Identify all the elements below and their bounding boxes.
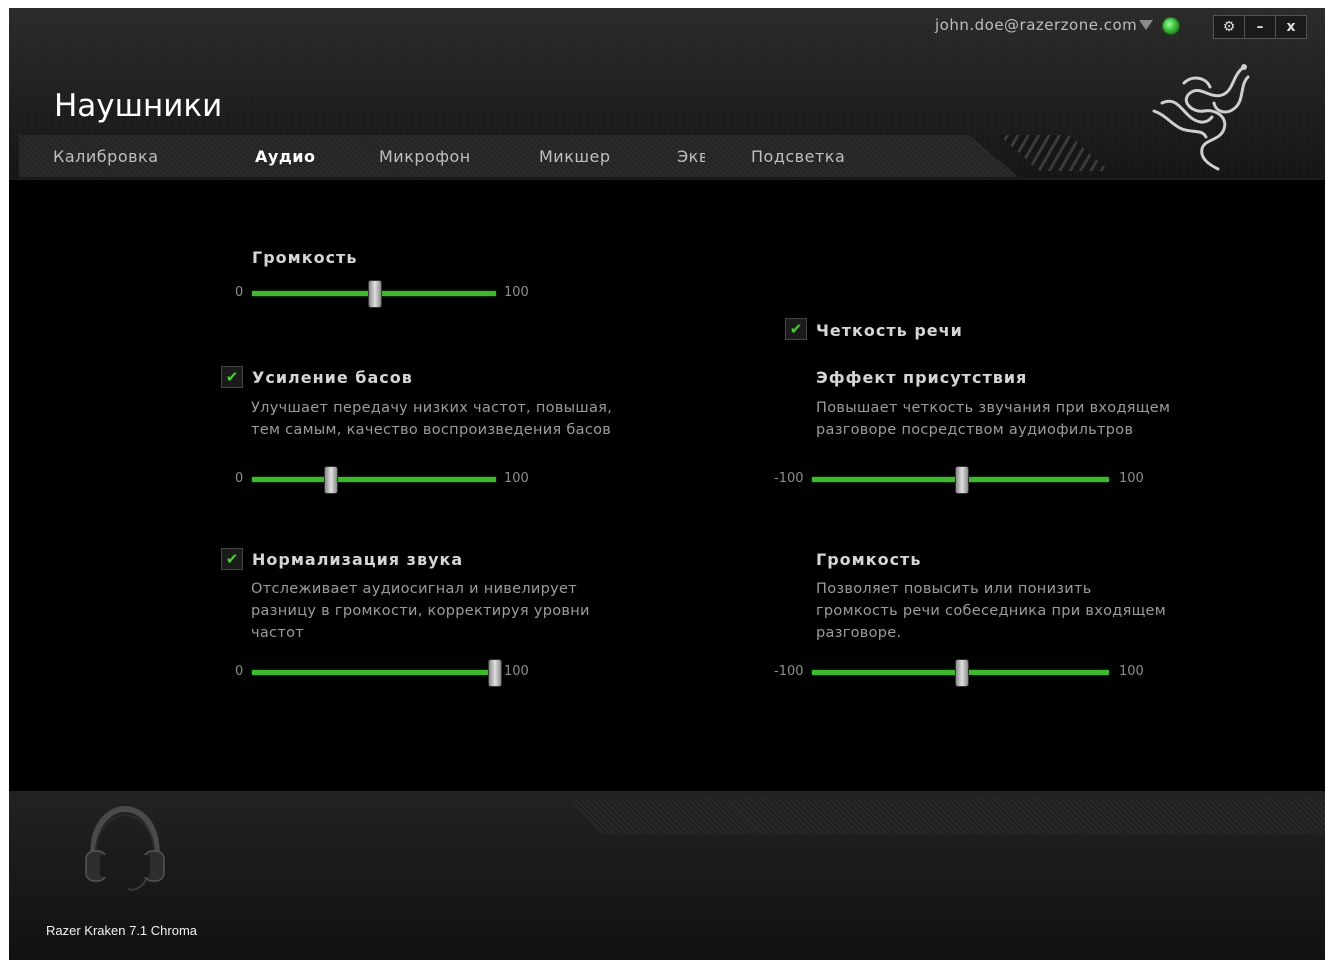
check-icon: ✔ bbox=[225, 367, 239, 386]
normalization-desc-line3: частот bbox=[251, 625, 304, 641]
headset-icon[interactable] bbox=[84, 803, 166, 893]
bass-boost-desc-line1: Улучшает передачу низких частот, повышая… bbox=[251, 400, 613, 416]
normalization-desc-line2: разницу в громкости, корректируя уровни bbox=[251, 603, 590, 619]
bass-boost-slider-thumb[interactable] bbox=[324, 466, 339, 494]
voice-volume-desc-line1: Позволяет повысить или понизить bbox=[816, 581, 1092, 597]
volume-slider-thumb[interactable] bbox=[368, 280, 382, 308]
bass-boost-min-label: 0 bbox=[235, 471, 244, 486]
bass-boost-slider-track bbox=[252, 477, 496, 482]
voice-volume-slider[interactable] bbox=[812, 659, 1109, 687]
tab-audio[interactable]: Аудио bbox=[255, 147, 315, 166]
device-name: Razer Kraken 7.1 Chroma bbox=[46, 923, 198, 938]
check-icon: ✔ bbox=[225, 549, 239, 568]
voice-volume-slider-thumb[interactable] bbox=[954, 659, 969, 687]
minimize-button[interactable]: – bbox=[1244, 16, 1275, 38]
normalization-checkbox[interactable]: ✔ bbox=[221, 548, 243, 570]
window-controls: ⚙ – x bbox=[1213, 15, 1307, 39]
tab-calibration[interactable]: Калибровка bbox=[53, 147, 159, 166]
account-dropdown-icon[interactable] bbox=[1139, 20, 1153, 30]
volume-title: Громкость bbox=[252, 248, 358, 267]
bass-boost-title: Усиление басов bbox=[252, 368, 413, 387]
voice-clarity-checkbox[interactable]: ✔ bbox=[785, 318, 807, 340]
bass-boost-slider[interactable] bbox=[252, 466, 496, 494]
bass-boost-description: Улучшает передачу низких частот, повышая… bbox=[251, 397, 612, 441]
presence-max-label: 100 bbox=[1119, 471, 1144, 486]
voice-volume-description: Позволяет повысить или понизить громкост… bbox=[816, 578, 1166, 644]
bass-boost-desc-line2: тем самым, качество воспроизведения басо… bbox=[251, 422, 612, 438]
bass-boost-max-label: 100 bbox=[504, 471, 529, 486]
bass-boost-checkbox[interactable]: ✔ bbox=[221, 366, 243, 388]
tab-lighting[interactable]: Подсветка bbox=[751, 147, 845, 166]
razer-synapse-window: john.doe@razerzone.com ⚙ – x Наушники Ка… bbox=[9, 8, 1325, 960]
presence-description: Повышает четкость звучания при входящем … bbox=[816, 397, 1170, 441]
normalization-title: Нормализация звука bbox=[252, 550, 464, 569]
close-button[interactable]: x bbox=[1275, 16, 1306, 38]
presence-min-label: -100 bbox=[774, 471, 804, 486]
voice-volume-max-label: 100 bbox=[1119, 664, 1144, 679]
normalization-slider-thumb[interactable] bbox=[487, 659, 502, 687]
normalization-max-label: 100 bbox=[504, 664, 529, 679]
voice-volume-desc-line3: разговоре. bbox=[816, 625, 902, 641]
voice-volume-title: Громкость bbox=[816, 550, 922, 569]
presence-title: Эффект присутствия bbox=[816, 368, 1028, 387]
volume-max-label: 100 bbox=[504, 285, 529, 300]
voice-volume-desc-line2: громкость речи собеседника при входящем bbox=[816, 603, 1167, 619]
voice-volume-min-label: -100 bbox=[774, 664, 804, 679]
normalization-slider-track bbox=[252, 670, 496, 675]
volume-slider[interactable] bbox=[252, 280, 496, 308]
tab-mixer[interactable]: Микшер bbox=[539, 147, 611, 166]
tab-bar bbox=[19, 135, 1019, 177]
razer-logo-icon bbox=[1152, 64, 1250, 171]
page-title: Наушники bbox=[54, 88, 223, 124]
volume-min-label: 0 bbox=[235, 285, 244, 300]
tab-microphone[interactable]: Микрофон bbox=[379, 147, 471, 166]
presence-desc-line1: Повышает четкость звучания при входящем bbox=[816, 400, 1171, 416]
normalization-description: Отслеживает аудиосигнал и нивелирует раз… bbox=[251, 578, 590, 644]
online-status-icon bbox=[1162, 17, 1180, 35]
normalization-slider[interactable] bbox=[252, 659, 502, 687]
presence-slider-thumb[interactable] bbox=[954, 466, 969, 494]
presence-desc-line2: разговоре посредством аудиофильтров bbox=[816, 422, 1134, 438]
check-icon: ✔ bbox=[789, 319, 803, 338]
account-email[interactable]: john.doe@razerzone.com bbox=[935, 16, 1137, 34]
settings-gear-icon[interactable]: ⚙ bbox=[1214, 16, 1244, 38]
header-divider bbox=[9, 178, 1325, 180]
voice-clarity-title: Четкость речи bbox=[816, 321, 963, 340]
footer-decoration bbox=[569, 798, 1325, 834]
tab-equalizer[interactable]: Экв bbox=[677, 147, 705, 166]
normalization-desc-line1: Отслеживает аудиосигнал и нивелирует bbox=[251, 581, 578, 597]
normalization-min-label: 0 bbox=[235, 664, 244, 679]
presence-slider[interactable] bbox=[812, 466, 1109, 494]
